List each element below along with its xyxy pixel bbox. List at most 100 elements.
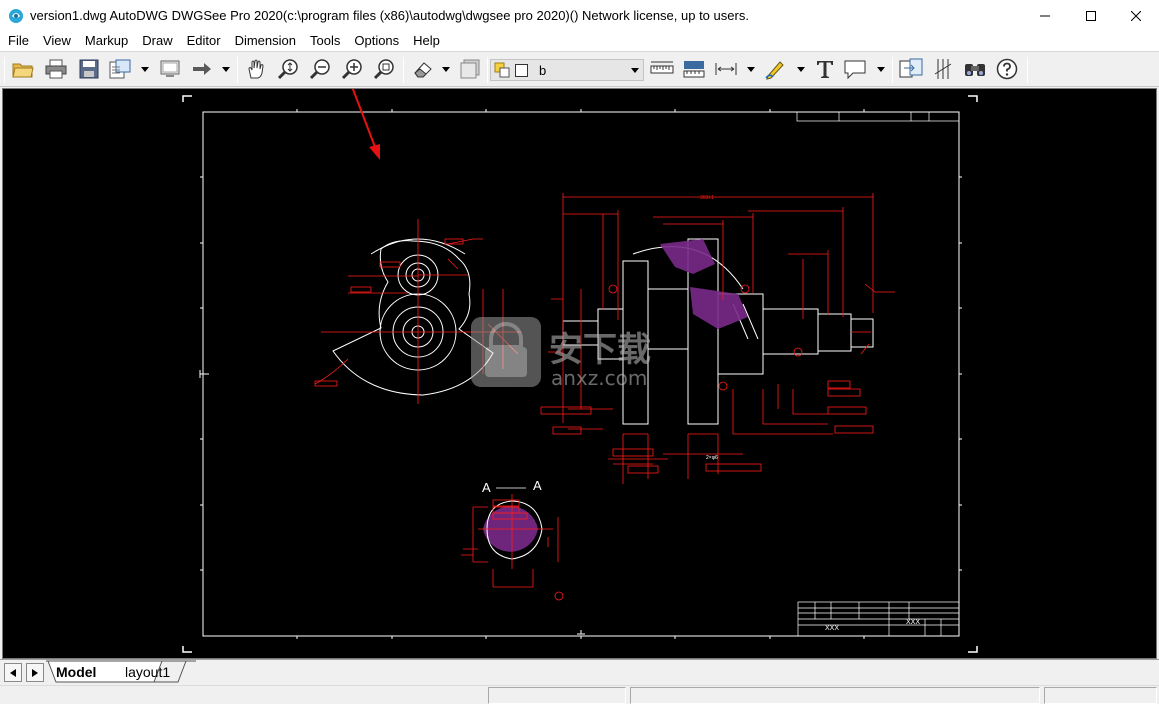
layout-tab-bar: Model layout1 [0, 659, 1159, 685]
comment-dropdown[interactable] [875, 56, 887, 82]
menu-help[interactable]: Help [406, 31, 447, 51]
chevron-down-icon [877, 66, 885, 72]
zoom-realtime-button[interactable] [275, 56, 301, 82]
pen-button[interactable] [763, 56, 789, 82]
menu-tools[interactable]: Tools [303, 31, 347, 51]
pen-dropdown[interactable] [795, 56, 807, 82]
measure-area-button[interactable] [681, 56, 707, 82]
layer-value: b [539, 62, 547, 78]
save-button[interactable] [76, 56, 102, 82]
export-button[interactable] [107, 56, 133, 82]
minimize-button[interactable] [1022, 0, 1068, 31]
status-pane-1 [488, 687, 626, 704]
dimension-dropdown[interactable] [745, 56, 757, 82]
close-button[interactable] [1113, 0, 1159, 31]
open-icon [12, 63, 34, 78]
toolbar-separator [892, 57, 893, 83]
text-icon [817, 61, 833, 78]
maximize-button[interactable] [1068, 0, 1114, 31]
measure-area-icon [683, 61, 705, 78]
hatch-icon [934, 59, 952, 79]
drawing-canvas[interactable]: XXX XXX 303±1 2×φ6 A A 安下载 anxz.com [2, 88, 1157, 659]
section-label-right: A [533, 478, 542, 493]
menu-bar: File View Markup Draw Editor Dimension T… [0, 31, 1159, 51]
maximize-icon [1086, 10, 1096, 21]
toolbar-separator [237, 57, 238, 83]
comment-button[interactable] [842, 56, 868, 82]
screen-button[interactable] [157, 56, 183, 82]
zoom-in-button[interactable] [339, 56, 365, 82]
tab-layout1[interactable]: layout1 [125, 664, 170, 680]
tab-prev-button[interactable] [4, 663, 22, 682]
text-button[interactable] [812, 56, 838, 82]
status-bar [0, 685, 1159, 704]
dim-note: 2×φ6 [706, 455, 718, 461]
next-dropdown[interactable] [220, 56, 232, 82]
layer-dropdown-arrow[interactable] [627, 60, 643, 80]
toolbar-separator [4, 57, 5, 83]
help-icon [996, 58, 1018, 80]
layer-color-swatch [515, 63, 528, 77]
background-icon [460, 59, 480, 79]
zoom-out-button[interactable] [307, 56, 333, 82]
status-pane-3 [1044, 687, 1157, 704]
menu-draw[interactable]: Draw [135, 31, 179, 51]
open-button[interactable] [10, 56, 36, 82]
status-pane-2 [630, 687, 1040, 704]
application-window: version1.dwg AutoDWG DWGSee Pro 2020(c:\… [0, 0, 1159, 704]
tab-model[interactable]: Model [56, 664, 96, 680]
zoom-extents-button[interactable] [371, 56, 397, 82]
watermark-url: anxz.com [551, 366, 647, 390]
layer-select[interactable]: b [490, 59, 644, 81]
menu-options[interactable]: Options [347, 31, 406, 51]
pan-button[interactable] [243, 56, 269, 82]
find-button[interactable] [962, 56, 988, 82]
toolbar: b [0, 51, 1159, 87]
cad-drawing: XXX XXX 303±1 2×φ6 A A 安下载 anxz.com [182, 89, 978, 653]
compare-button[interactable] [898, 56, 924, 82]
measure-length-icon [650, 61, 674, 74]
menu-markup[interactable]: Markup [78, 31, 135, 51]
export-icon [109, 59, 131, 79]
close-icon [1131, 10, 1141, 21]
menu-file[interactable]: File [1, 31, 36, 51]
layer-icon [494, 62, 510, 78]
title-bar: version1.dwg AutoDWG DWGSee Pro 2020(c:\… [0, 0, 1159, 31]
eraser-button[interactable] [410, 56, 436, 82]
print-icon [45, 59, 67, 79]
export-dropdown[interactable] [139, 56, 151, 82]
chevron-down-icon [141, 66, 149, 72]
title-block-text: XXX [825, 625, 839, 632]
dim-overall-length: 303±1 [700, 195, 714, 201]
measure-length-button[interactable] [649, 56, 675, 82]
triangle-left-icon [10, 668, 16, 677]
next-button[interactable] [189, 56, 215, 82]
title-block-text-2: XXX [906, 619, 920, 626]
annotation-arrow [351, 89, 380, 160]
pan-hand-icon [248, 59, 264, 79]
watermark: 安下载 anxz.com [471, 317, 651, 390]
chevron-down-icon [222, 66, 230, 72]
toolbar-separator [1027, 57, 1028, 83]
pen-icon [765, 61, 784, 80]
comment-icon [844, 60, 866, 80]
menu-editor[interactable]: Editor [180, 31, 228, 51]
eraser-dropdown[interactable] [440, 56, 452, 82]
help-button[interactable] [994, 56, 1020, 82]
toolbar-separator [487, 57, 488, 83]
find-icon [965, 64, 985, 76]
crank-side-view [332, 238, 494, 396]
dimension-button[interactable] [713, 56, 739, 82]
minimize-icon [1040, 15, 1050, 16]
save-icon [79, 59, 99, 79]
menu-view[interactable]: View [36, 31, 78, 51]
chevron-down-icon [797, 66, 805, 72]
print-button[interactable] [43, 56, 69, 82]
hatch-button[interactable] [930, 56, 956, 82]
tab-next-button[interactable] [26, 663, 44, 682]
toolbar-separator [403, 57, 404, 83]
arrow-right-icon [193, 63, 211, 75]
chevron-down-icon [442, 66, 450, 72]
menu-dimension[interactable]: Dimension [228, 31, 303, 51]
background-button[interactable] [457, 56, 483, 82]
